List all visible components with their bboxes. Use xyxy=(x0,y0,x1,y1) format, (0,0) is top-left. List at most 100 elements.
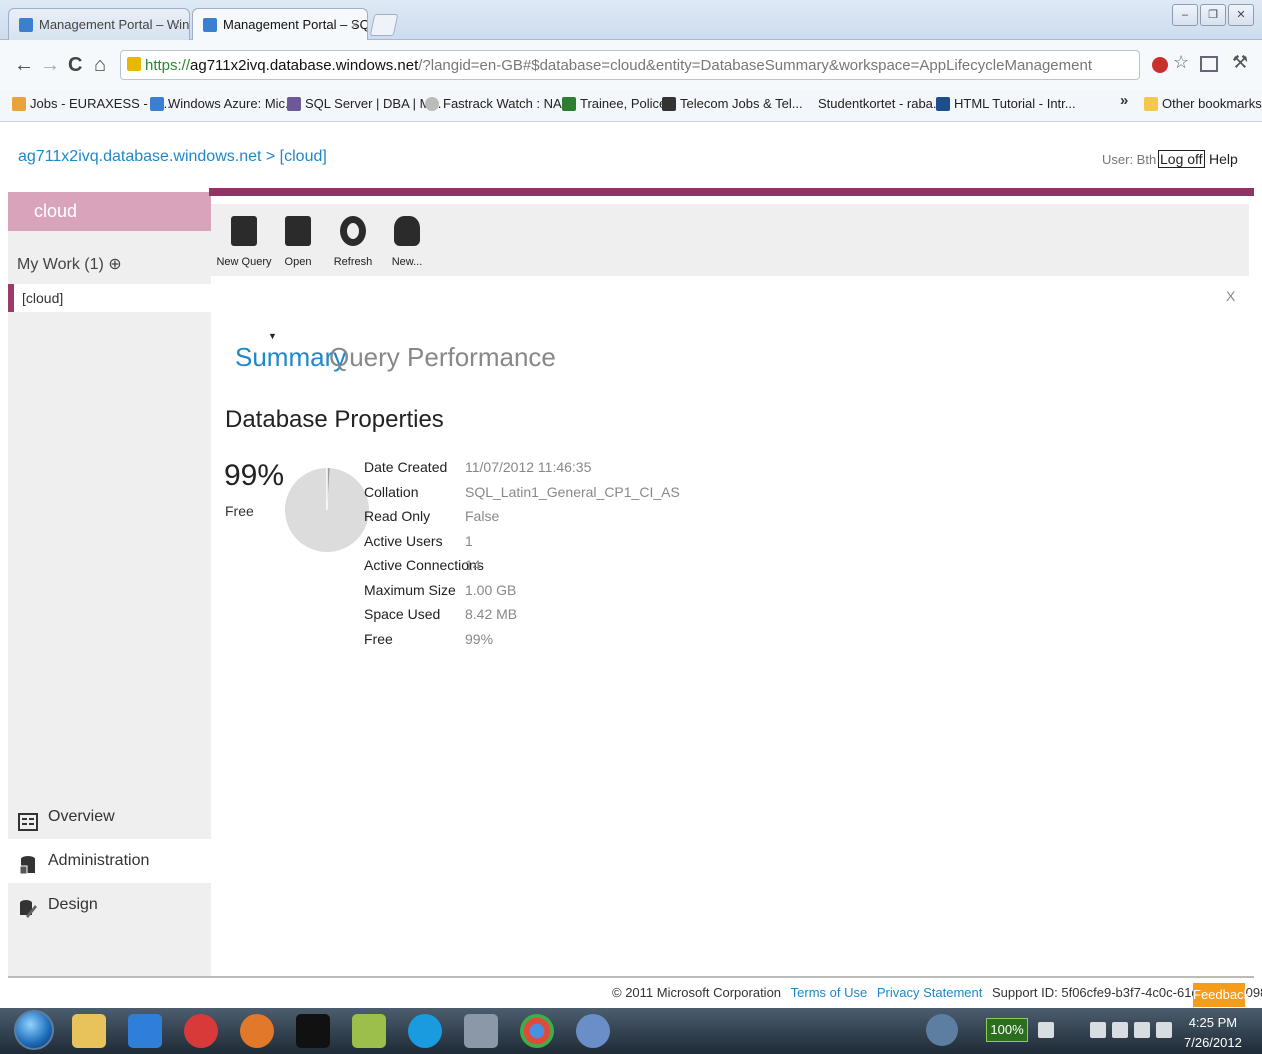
address-bar[interactable]: https://ag711x2ivq.database.windows.net/… xyxy=(120,50,1140,80)
tools-icon[interactable] xyxy=(464,1014,498,1048)
app-red-icon[interactable] xyxy=(184,1014,218,1048)
bookmark-star-icon[interactable]: ☆ xyxy=(1173,52,1189,73)
bookmark-label: Fastrack Watch : NA... xyxy=(443,96,573,111)
azure-favicon-icon xyxy=(203,18,217,32)
studentkortet-icon xyxy=(800,97,814,111)
ribbon-label: Refresh xyxy=(333,256,373,268)
signal-icon[interactable] xyxy=(1112,1022,1128,1038)
footer-divider xyxy=(8,976,1254,978)
browser-tab-label: Management Portal – Win xyxy=(39,17,190,32)
paint-icon[interactable] xyxy=(576,1014,610,1048)
bookmark-item[interactable]: HTML Tutorial - Intr... xyxy=(936,96,1076,111)
bookmarks-overflow-icon[interactable]: » xyxy=(1120,92,1128,109)
euraxess-icon xyxy=(12,97,26,111)
system-clock[interactable]: 4:25 PM 7/26/2012 xyxy=(1184,1013,1242,1053)
ribbon-label: New... xyxy=(391,256,423,268)
new-query-button[interactable]: New Query xyxy=(216,210,272,268)
fastrack-icon xyxy=(425,97,439,111)
bookmark-item[interactable]: SQL Server | DBA | M... xyxy=(287,96,441,111)
skype-icon[interactable] xyxy=(408,1014,442,1048)
sidebar-item-label: Design xyxy=(48,896,98,913)
sidebar-item-administration[interactable]: Administration xyxy=(8,839,211,883)
bookmark-item[interactable]: Fastrack Watch : NA... xyxy=(425,96,573,111)
property-value: 11/07/2012 11:46:35 xyxy=(465,459,592,475)
sidebar-item-label: Administration xyxy=(48,852,150,869)
properties-table: Date Created 11/07/2012 11:46:35 Collatio… xyxy=(364,455,680,652)
property-row: Date Created 11/07/2012 11:46:35 xyxy=(364,455,591,480)
forward-arrow-icon[interactable]: → xyxy=(40,54,60,77)
bookmark-item[interactable]: Jobs - EURAXESS - E... xyxy=(12,96,171,111)
network-app-icon[interactable] xyxy=(926,1014,958,1046)
extension-icon[interactable] xyxy=(1200,56,1218,72)
overview-icon xyxy=(18,806,38,831)
privacy-link[interactable]: Privacy Statement xyxy=(877,985,983,1000)
property-row: Collation SQL_Latin1_General_CP1_CI_AS xyxy=(364,480,680,505)
close-tab-icon[interactable]: × xyxy=(351,9,358,40)
power-icon[interactable] xyxy=(1156,1022,1172,1038)
help-link[interactable]: Help xyxy=(1209,151,1238,167)
ribbon-label: Open xyxy=(284,256,312,268)
property-row: Active Connections 14 xyxy=(364,553,484,578)
command-prompt-icon[interactable] xyxy=(296,1014,330,1048)
section-title: Database Properties xyxy=(225,406,444,433)
start-button-icon[interactable] xyxy=(14,1010,54,1050)
tab-query-performance[interactable]: Query Performance xyxy=(329,342,556,373)
logoff-link[interactable]: Log off xyxy=(1158,150,1205,168)
media-player-icon[interactable] xyxy=(128,1014,162,1048)
new-tab-button[interactable] xyxy=(369,14,399,36)
ribbon-label: New Query xyxy=(216,256,272,268)
property-label: Maximum Size xyxy=(364,581,456,598)
minimize-button[interactable]: – xyxy=(1172,4,1198,26)
firefox-icon[interactable] xyxy=(240,1014,274,1048)
sidebar-item-overview[interactable]: Overview xyxy=(8,795,211,839)
bookmark-item[interactable]: Telecom Jobs & Tel... xyxy=(662,96,803,111)
sidebar-item-design[interactable]: Design xyxy=(8,883,211,927)
property-value: 14 xyxy=(465,557,481,573)
wrench-icon[interactable]: ⚒ xyxy=(1232,52,1248,73)
other-bookmarks[interactable]: Other bookmarks xyxy=(1144,96,1262,111)
html-tutorial-icon xyxy=(936,97,950,111)
mywork-item-cloud[interactable]: [cloud] xyxy=(8,284,211,312)
battery-indicator[interactable]: 100% xyxy=(986,1018,1028,1042)
telecom-jobs-icon xyxy=(662,97,676,111)
browser-tab-sql[interactable]: Management Portal – SQL × xyxy=(192,8,368,40)
terms-link[interactable]: Terms of Use xyxy=(791,985,868,1000)
close-tab-icon[interactable]: × xyxy=(173,9,180,40)
action-center-icon[interactable] xyxy=(1090,1022,1106,1038)
restore-button[interactable]: ❐ xyxy=(1200,4,1226,26)
reload-icon[interactable]: C xyxy=(68,54,82,77)
administration-icon xyxy=(18,850,38,875)
mywork-header[interactable]: My Work (1) ⊕ xyxy=(17,254,122,274)
new-database-button[interactable]: New... xyxy=(379,210,435,268)
notepad-icon[interactable] xyxy=(352,1014,386,1048)
home-icon[interactable]: ⌂ xyxy=(94,54,106,77)
bookmark-label: Windows Azure: Mic... xyxy=(168,96,296,111)
property-value: False xyxy=(465,508,500,524)
bookmark-label: Studentkortet - raba... xyxy=(818,96,944,111)
close-panel-icon[interactable]: X xyxy=(1226,288,1235,304)
property-row: Free 99% xyxy=(364,627,493,652)
security-warning-icon[interactable] xyxy=(127,57,141,71)
open-button[interactable]: Open xyxy=(270,210,326,268)
back-arrow-icon[interactable]: ← xyxy=(14,54,34,77)
adblock-icon[interactable] xyxy=(1152,57,1168,73)
browser-tab-windows[interactable]: Management Portal – Win × xyxy=(8,8,190,40)
feedback-button[interactable]: Feedback xyxy=(1193,983,1250,1007)
bookmark-item[interactable]: Windows Azure: Mic... xyxy=(150,96,296,111)
tray-app-icon[interactable] xyxy=(1038,1022,1054,1038)
property-value: 99% xyxy=(465,630,494,647)
free-label: Free xyxy=(225,503,254,519)
breadcrumb[interactable]: ag711x2ivq.database.windows.net > [cloud… xyxy=(18,148,327,166)
free-percent: 99% xyxy=(224,459,285,492)
property-row: Maximum Size 1.00 GB xyxy=(364,578,516,603)
folder-icon xyxy=(1144,97,1158,111)
bookmark-item[interactable]: Trainee, Police xyxy=(562,96,666,111)
context-tile[interactable]: cloud xyxy=(8,192,211,231)
volume-icon[interactable] xyxy=(1134,1022,1150,1038)
clock-date: 7/26/2012 xyxy=(1184,1035,1242,1050)
close-window-button[interactable]: ✕ xyxy=(1228,4,1254,26)
chrome-icon[interactable] xyxy=(520,1014,554,1048)
bookmark-item[interactable]: Studentkortet - raba... xyxy=(800,96,944,111)
refresh-button[interactable]: Refresh xyxy=(325,210,381,268)
explorer-icon[interactable] xyxy=(72,1014,106,1048)
